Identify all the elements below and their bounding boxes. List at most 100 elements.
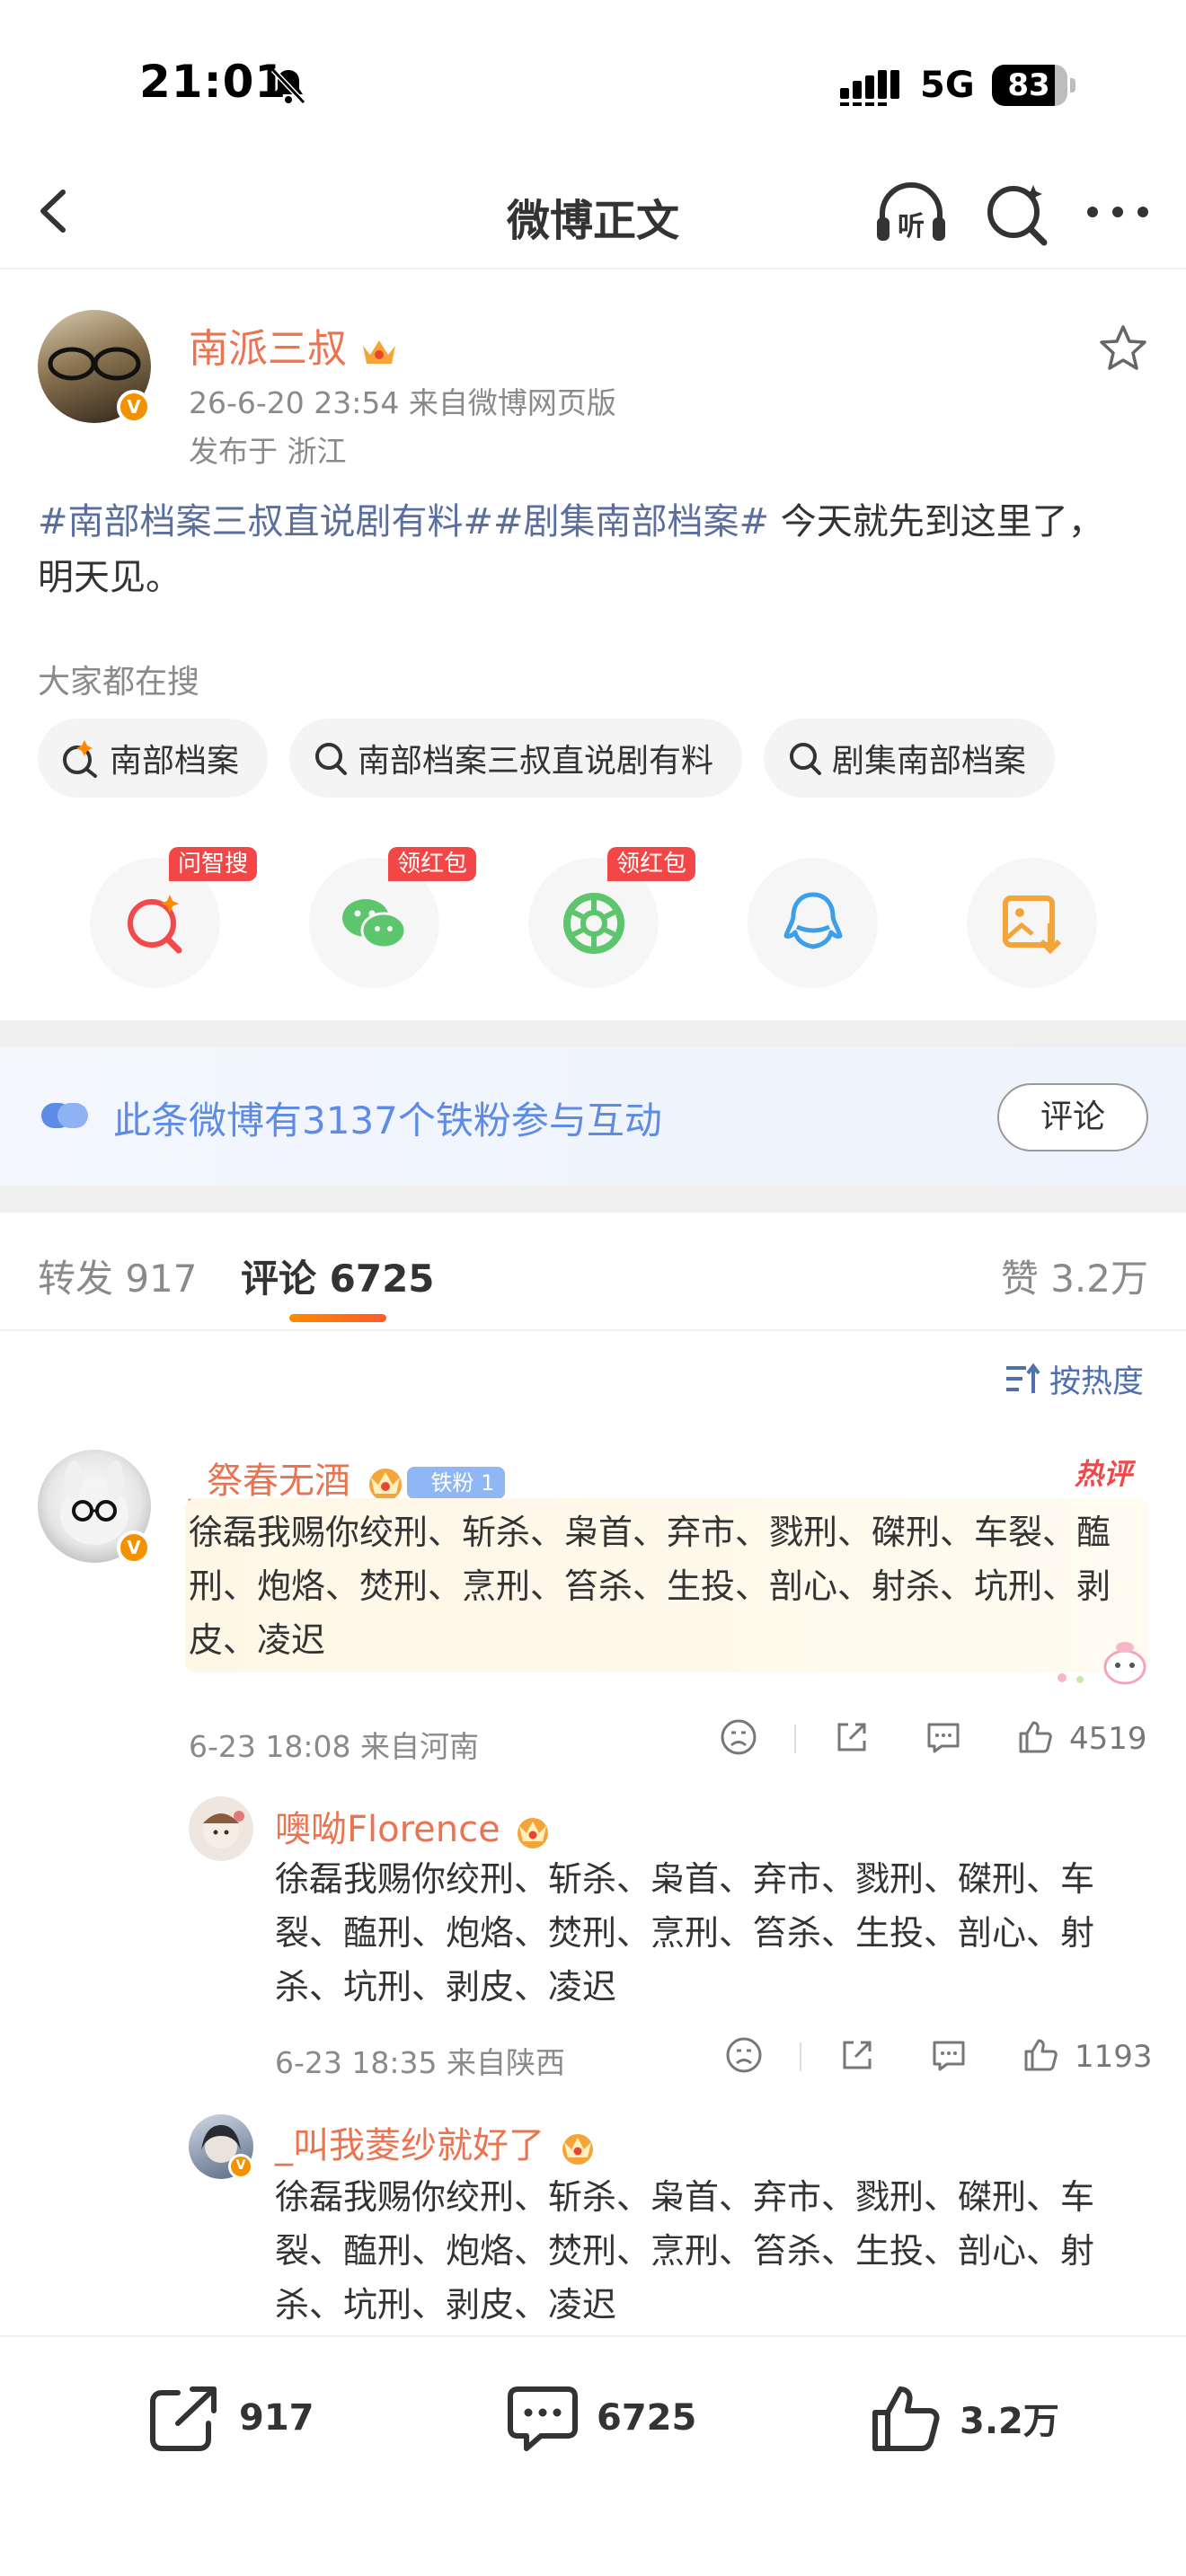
hot-comment-tag: 热评 [1075, 1457, 1133, 1491]
listen-icon[interactable]: 听 [873, 178, 949, 246]
share-tag: 领红包 [388, 847, 477, 881]
comment-button[interactable]: 6725 [505, 2382, 696, 2454]
reply-text-line: 徐磊我赐你绞刑、斩杀、枭首、弃市、戮刑、磔刑、车 [275, 1859, 1095, 1899]
reply-author-name: _叫我菱纱就好了 [275, 2125, 544, 2166]
post-meta: 26-6-20 23:54 来自微博网页版 [189, 385, 616, 420]
comment-text-line: 刑、炮烙、焚刑、烹刑、笞杀、生投、剖心、射杀、坑刑、剥 [189, 1566, 1111, 1606]
like-count-total: 3.2万 [960, 2401, 1059, 2442]
search-icon [790, 743, 822, 775]
status-time: 21:01 [139, 56, 288, 108]
battery-icon: 83 [992, 65, 1075, 106]
share-smart-search-button[interactable]: 问智搜 [90, 847, 258, 988]
comment-meta: 6-23 18:08 来自河南 [189, 1729, 479, 1764]
reply-author[interactable]: _叫我菱纱就好了 [275, 2116, 599, 2168]
search-chip[interactable]: 南部档案 [38, 719, 269, 798]
moments-icon [563, 893, 624, 954]
reply-icon[interactable] [929, 2035, 969, 2075]
tab-active-indicator [289, 1314, 386, 1322]
reply-text: 徐磊我赐你绞刑、斩杀、枭首、弃市、戮刑、磔刑、车 裂、醢刑、炮烙、焚刑、烹刑、笞… [275, 2170, 1146, 2332]
search-chips: 南部档案 南部档案三叔直说剧有料 剧集南部档案 [38, 719, 1056, 798]
smart-search-icon[interactable] [983, 180, 1049, 246]
like-count: 4519 [1069, 1721, 1147, 1757]
dislike-icon[interactable] [719, 1717, 758, 1757]
reply-avatar[interactable] [189, 1796, 253, 1861]
favorite-star-icon[interactable] [1098, 323, 1148, 374]
post-topic-link[interactable]: #南部档案三叔直说剧有料##剧集南部档案# [38, 501, 769, 543]
reply-text: 徐磊我赐你绞刑、斩杀、枭首、弃市、戮刑、磔刑、车 裂、醢刑、炮烙、焚刑、烹刑、笞… [275, 1852, 1146, 2014]
comment-text: 徐磊我赐你绞刑、斩杀、枭首、弃市、戮刑、磔刑、车裂、醢 刑、炮烙、焚刑、烹刑、笞… [189, 1505, 1150, 1667]
listen-label: 听 [898, 211, 925, 243]
like-button[interactable]: 3.2万 [868, 2382, 1059, 2454]
dislike-icon[interactable] [724, 2035, 764, 2075]
section-divider [0, 1186, 1186, 1213]
share-wechat-button[interactable]: 领红包 [309, 847, 477, 988]
author-name-text: 南派三叔 [189, 326, 347, 372]
comment-author-name: _祭春无酒 [189, 1460, 350, 1502]
wechat-icon [342, 899, 407, 949]
reply-text-line: 裂、醢刑、炮烙、焚刑、烹刑、笞杀、生投、剖心、射 [275, 1913, 1095, 1953]
bottom-action-bar: 917 6725 3.2万 [0, 2335, 1186, 2576]
signal-icon [840, 70, 899, 106]
section-divider [0, 1020, 1186, 1047]
reply-author[interactable]: 噢呦Florence [275, 1800, 554, 1852]
like-icon[interactable] [1015, 1717, 1055, 1757]
save-image-icon [1003, 895, 1062, 955]
fans-icon [41, 1103, 88, 1128]
tab-comment[interactable]: 评论 6725 [241, 1248, 435, 1303]
comment-author[interactable]: _祭春无酒 铁粉 1 [189, 1451, 506, 1504]
verified-badge-icon: V [228, 2154, 253, 2179]
search-chip[interactable]: 剧集南部档案 [764, 719, 1056, 798]
more-icon[interactable] [1084, 185, 1152, 239]
bell-off-icon [270, 67, 306, 105]
verified-badge-icon: V [117, 390, 151, 424]
action-separator [794, 1725, 796, 1753]
like-icon[interactable] [1021, 2035, 1060, 2075]
nav-bar: 微博正文 听 [0, 153, 1186, 269]
search-heading: 大家都在搜 [38, 664, 200, 701]
fans-interaction-banner[interactable]: 此条微博有3137个铁粉参与互动 评论 [0, 1047, 1186, 1186]
qq-icon [783, 892, 843, 949]
reply-author-name: 噢呦Florence [275, 1809, 500, 1850]
comment-text-line: 徐磊我赐你绞刑、斩杀、枭首、弃市、戮刑、磔刑、车裂、醢 [189, 1513, 1111, 1552]
sticker-decoration-icon [1058, 1642, 1146, 1685]
fan-badge: 铁粉 1 [407, 1467, 506, 1499]
crown-icon [368, 1469, 402, 1501]
share-save-image-button[interactable] [967, 858, 1097, 988]
reply-text-line: 杀、坑刑、剥皮、凌迟 [275, 2285, 617, 2325]
tab-likes[interactable]: 赞 3.2万 [1001, 1248, 1148, 1303]
hot-search-icon [63, 740, 97, 778]
comment-count: 6725 [597, 2397, 697, 2439]
search-icon [315, 743, 348, 775]
sort-icon [1006, 1363, 1040, 1393]
battery-level: 83 [992, 65, 1067, 106]
reply-text-line: 裂、醢刑、炮烙、焚刑、烹刑、笞杀、生投、剖心、射 [275, 2231, 1095, 2271]
share-icon[interactable] [837, 2035, 877, 2075]
comment-icon [508, 2386, 578, 2451]
search-chip-label: 南部档案三叔直说剧有料 [358, 743, 714, 780]
author-name[interactable]: 南派三叔 [189, 316, 399, 374]
share-icon[interactable] [832, 1717, 872, 1757]
crown-icon [562, 2134, 593, 2165]
search-chip-label: 南部档案 [110, 743, 240, 780]
post-text: #南部档案三叔直说剧有料##剧集南部档案# 今天就先到这里了， 明天见。 [38, 494, 1152, 605]
status-bar: 21:01 5G 83 [0, 0, 1186, 153]
comment-actions: 4519 [719, 1717, 1150, 1762]
fans-text: 此条微博有3137个铁粉参与互动 [113, 1098, 662, 1142]
crown-icon [518, 1818, 549, 1848]
reply-icon[interactable] [924, 1717, 963, 1757]
smart-search-icon [128, 895, 182, 954]
comment-text-line: 皮、凌迟 [189, 1620, 326, 1660]
tab-repost[interactable]: 转发 917 [38, 1248, 198, 1303]
like-icon [872, 2386, 940, 2451]
share-moments-button[interactable]: 领红包 [528, 847, 696, 988]
action-separator [800, 2042, 801, 2071]
fans-comment-button[interactable]: 评论 [997, 1083, 1148, 1151]
share-row: 问智搜 领红包 领红包 [90, 847, 1097, 988]
sort-by-hot-button[interactable]: 按热度 [1005, 1356, 1144, 1402]
repost-button[interactable]: 917 [147, 2382, 314, 2454]
interaction-tabs: 转发 917 评论 6725 赞 3.2万 [0, 1213, 1186, 1331]
share-qq-button[interactable] [748, 858, 878, 988]
reply-meta: 6-23 18:35 来自陕西 [275, 2045, 565, 2080]
repost-count: 917 [239, 2397, 314, 2439]
search-chip[interactable]: 南部档案三叔直说剧有料 [289, 719, 743, 798]
